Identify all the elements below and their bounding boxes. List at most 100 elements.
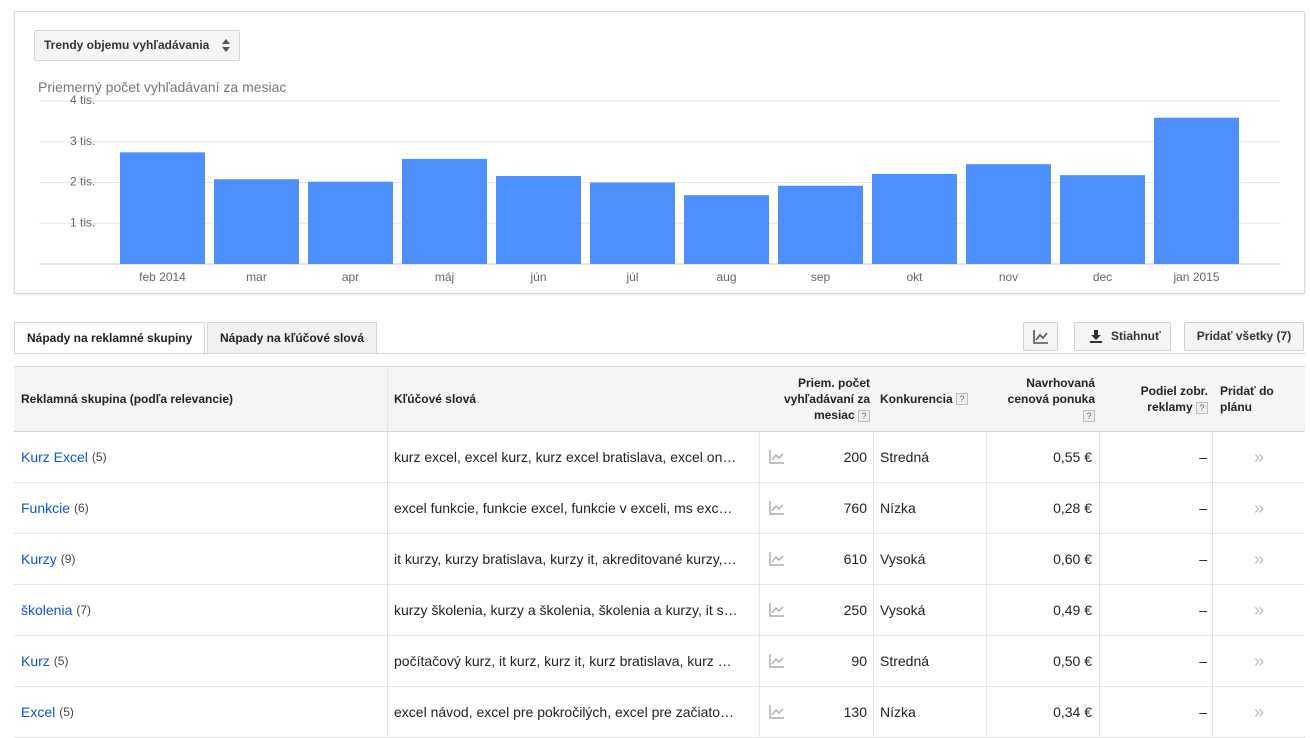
column-header-add-to-plan: Pridať do plánu — [1220, 384, 1274, 414]
trend-chart-icon[interactable] — [769, 603, 785, 617]
column-divider — [986, 483, 987, 533]
ad-group-cell: Funkcie (6) — [21, 483, 381, 533]
add-to-plan-cell: » — [1214, 636, 1304, 686]
show-chart-button[interactable] — [1023, 322, 1058, 351]
bar — [590, 182, 675, 264]
x-tick-label: nov — [999, 270, 1018, 284]
table-row: školenia (7) kurzy školenia, kurzy a škole… — [14, 585, 1305, 636]
trend-chart-icon[interactable] — [769, 450, 785, 464]
column-divider — [759, 534, 760, 584]
trend-cell — [769, 687, 789, 737]
add-all-button[interactable]: Pridať všetky (7) — [1184, 322, 1304, 351]
ad-group-link[interactable]: Funkcie — [21, 500, 70, 516]
trend-chart-icon[interactable] — [769, 501, 785, 515]
column-header-competition[interactable]: Konkurencia ? — [880, 367, 988, 431]
trend-chart-icon[interactable] — [769, 705, 785, 719]
column-divider — [1212, 687, 1213, 737]
y-tick-label: 3 tis. — [70, 134, 95, 148]
column-header-suggested-bid[interactable]: Navrhovaná cenová ponuka ? — [999, 367, 1095, 431]
competition-cell: Nízka — [880, 704, 916, 720]
column-header-ad-group[interactable]: Reklamná skupina (podľa relevancie) — [21, 367, 381, 431]
tab-keyword-ideas[interactable]: Nápady na kľúčové slová — [207, 322, 378, 354]
suggested-bid-cell: 0,60 € — [1053, 551, 1092, 567]
add-to-plan-arrow-icon[interactable]: » — [1254, 651, 1264, 672]
keywords-text: excel návod, excel pre pokročilých, exce… — [394, 704, 735, 720]
trend-chart-icon[interactable] — [769, 552, 785, 566]
column-divider — [986, 687, 987, 737]
keyword-count: (5) — [53, 654, 69, 668]
avg-searches-cell: 90 — [851, 653, 867, 669]
avg-searches-cell: 200 — [843, 449, 867, 465]
column-divider — [387, 367, 388, 431]
column-divider — [387, 636, 388, 686]
trend-cell — [769, 585, 789, 635]
x-tick-label: sep — [811, 270, 831, 284]
keywords-text: excel funkcie, funkcie excel, funkcie v … — [394, 500, 733, 516]
avg-searches-cell: 130 — [843, 704, 867, 720]
keywords-cell: kurzy školenia, kurzy a školenia, školen… — [394, 585, 752, 635]
help-icon[interactable]: ? — [1196, 401, 1208, 414]
keyword-count: (9) — [60, 552, 76, 566]
column-divider — [986, 432, 987, 482]
ad-share-cell: – — [1199, 602, 1207, 618]
download-button[interactable]: Stiahnuť — [1074, 322, 1171, 351]
keywords-text: it kurzy, kurzy bratislava, kurzy it, ak… — [394, 551, 737, 567]
column-divider — [873, 636, 874, 686]
column-header-ad-share[interactable]: Podiel zobr. reklamy ? — [1124, 367, 1208, 431]
avg-searches-cell: 760 — [843, 500, 867, 516]
add-to-plan-arrow-icon[interactable]: » — [1254, 600, 1264, 621]
column-divider — [1099, 585, 1100, 635]
add-to-plan-arrow-icon[interactable]: » — [1254, 549, 1264, 570]
keywords-text: kurz excel, excel kurz, kurz excel brati… — [394, 449, 737, 465]
ad-group-cell: školenia (7) — [21, 585, 381, 635]
competition-cell: Vysoká — [880, 602, 926, 618]
add-to-plan-cell: » — [1214, 432, 1304, 482]
ad-group-link[interactable]: školenia — [21, 602, 72, 618]
ad-share-cell: – — [1199, 449, 1207, 465]
keywords-text: počítačový kurz, it kurz, kurz it, kurz … — [394, 653, 732, 669]
bar — [1060, 175, 1145, 264]
column-divider — [873, 483, 874, 533]
column-header-keywords[interactable]: Kľúčové slová — [394, 367, 754, 431]
ad-group-link[interactable]: Excel — [21, 704, 55, 720]
x-tick-label: mar — [246, 270, 267, 284]
suggested-bid-cell: 0,34 € — [1053, 704, 1092, 720]
ad-group-link[interactable]: Kurzy — [21, 551, 57, 567]
help-icon[interactable]: ? — [858, 409, 870, 422]
add-to-plan-arrow-icon[interactable]: » — [1254, 498, 1264, 519]
trend-cell — [769, 432, 789, 482]
add-to-plan-cell: » — [1214, 585, 1304, 635]
add-to-plan-arrow-icon[interactable]: » — [1254, 702, 1264, 723]
column-divider — [986, 585, 987, 635]
add-to-plan-cell: » — [1214, 483, 1304, 533]
suggested-bid-label: Navrhovaná cenová ponuka — [1007, 376, 1095, 406]
keyword-count: (7) — [76, 603, 92, 617]
keywords-cell: excel funkcie, funkcie excel, funkcie v … — [394, 483, 752, 533]
x-tick-label: dec — [1093, 270, 1112, 284]
add-to-plan-arrow-icon[interactable]: » — [1254, 447, 1264, 468]
x-tick-label: júl — [625, 270, 638, 284]
bar — [496, 175, 581, 264]
trend-chart-icon[interactable] — [769, 654, 785, 668]
bar — [684, 195, 769, 264]
column-header-avg-searches[interactable]: Priem. počet vyhľadávaní za mesiac ? — [774, 367, 870, 431]
help-icon[interactable]: ? — [956, 393, 969, 405]
ad-group-link[interactable]: Kurz — [21, 653, 50, 669]
tab-ad-group-ideas[interactable]: Nápady na reklamné skupiny — [14, 322, 206, 355]
column-divider — [873, 687, 874, 737]
suggested-bid-cell: 0,49 € — [1053, 602, 1092, 618]
download-label: Stiahnuť — [1111, 329, 1161, 343]
trend-cell — [769, 483, 789, 533]
ad-group-link[interactable]: Kurz Excel — [21, 449, 88, 465]
column-divider — [873, 585, 874, 635]
ad-share-cell: – — [1199, 704, 1207, 720]
bar — [872, 173, 957, 264]
column-divider — [1099, 636, 1100, 686]
column-divider — [873, 432, 874, 482]
search-volume-trends-panel: Trendy objemu vyhľadávania Priemerný poč… — [14, 11, 1305, 294]
help-icon[interactable]: ? — [1083, 409, 1095, 422]
ad-share-cell: – — [1199, 653, 1207, 669]
bar — [778, 185, 863, 264]
download-icon — [1090, 330, 1102, 343]
competition-cell: Nízka — [880, 500, 916, 516]
